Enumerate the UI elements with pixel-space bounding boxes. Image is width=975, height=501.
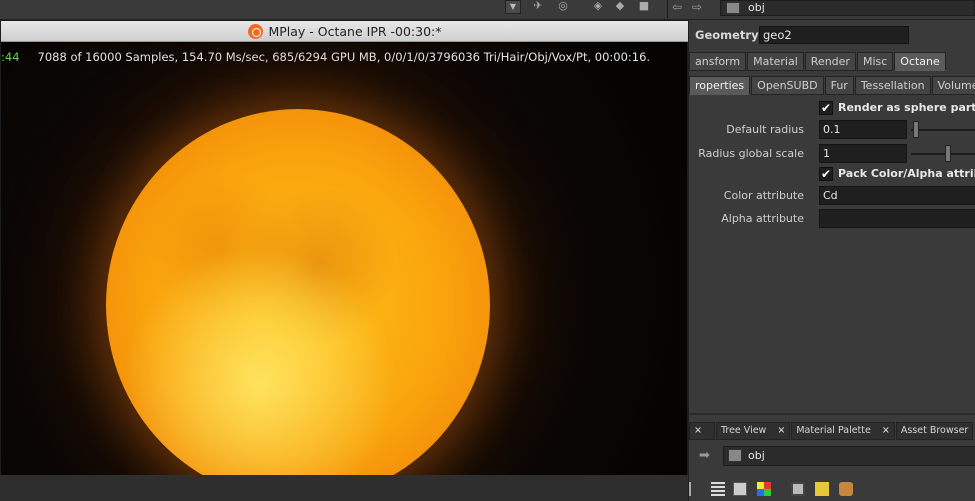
- bottom-toolbar: [689, 479, 975, 501]
- network-path-label: obj: [748, 1, 765, 14]
- pane-tab-material-palette[interactable]: Material Palette ×: [791, 422, 895, 440]
- pane-tab-label: Tree View: [720, 425, 767, 436]
- network-path-field[interactable]: obj: [720, 0, 975, 16]
- parameter-pane: Geometry geo2 ansform Material Render Mi…: [688, 20, 975, 501]
- geometry-name-field[interactable]: geo2: [759, 26, 909, 44]
- color-attribute-label: Color attribute: [723, 189, 804, 202]
- forward-arrow-icon[interactable]: ➡: [699, 448, 710, 463]
- close-icon[interactable]: ×: [882, 425, 890, 436]
- geometry-header: Geometry geo2: [689, 24, 975, 46]
- close-icon[interactable]: ×: [777, 425, 785, 436]
- tab-material[interactable]: Material: [747, 52, 804, 71]
- tab-render[interactable]: Render: [804, 52, 856, 71]
- top-toolbar-strip: ▼ ✈ ◎ ◈ ◆ ■ ⇦ ⇨ obj: [0, 0, 975, 20]
- slider-knob[interactable]: [945, 145, 951, 162]
- object-network-icon: [726, 2, 740, 14]
- render-as-sphere-label: Render as sphere particles: [838, 101, 975, 114]
- alpha-attribute-label: Alpha attribute: [721, 212, 804, 225]
- close-icon[interactable]: ×: [694, 425, 702, 436]
- tab-transform[interactable]: ansform: [689, 52, 747, 71]
- radius-global-scale-field[interactable]: 1: [819, 144, 907, 163]
- chevron-down-icon[interactable]: ▼: [505, 0, 521, 14]
- pack-color-alpha-label: Pack Color/Alpha attributes: [838, 167, 975, 180]
- slider-knob[interactable]: [913, 121, 919, 138]
- camera-icon[interactable]: ◎: [555, 0, 571, 14]
- separator: [667, 0, 668, 18]
- mplay-title-bar[interactable]: MPlay - Octane IPR -00:30:*: [1, 21, 689, 42]
- mplay-window[interactable]: MPlay - Octane IPR -00:30:* :44 7088 of 1…: [0, 20, 689, 495]
- color-attribute-row: Color attribute Cd: [689, 186, 975, 206]
- pane-tab-label: Asset Browser: [900, 425, 969, 436]
- mplay-title: MPlay - Octane IPR -00:30:*: [268, 24, 442, 39]
- geometry-type-label: Geometry: [695, 28, 759, 42]
- alpha-attribute-field[interactable]: [819, 209, 975, 228]
- object-network-icon: [728, 449, 742, 462]
- screen-icon[interactable]: [791, 482, 805, 496]
- cube-icon[interactable]: ◈: [590, 0, 606, 14]
- slider-track: [911, 129, 975, 131]
- pane-path-row: ➡ obj: [689, 444, 975, 468]
- box-icon[interactable]: [839, 482, 853, 496]
- palette-icon[interactable]: ◆: [612, 0, 628, 14]
- default-radius-slider[interactable]: [911, 120, 975, 139]
- pin-icon[interactable]: ✈: [530, 0, 546, 14]
- nav-arrows: ⇦ ⇨: [672, 0, 702, 14]
- note-icon[interactable]: [733, 482, 747, 496]
- table-icon[interactable]: [711, 482, 725, 496]
- color-attribute-field[interactable]: Cd: [819, 186, 975, 205]
- render-stats-time: :44: [1, 50, 20, 64]
- mplay-bottom-bar: [0, 475, 688, 501]
- houdini-logo-icon: [248, 24, 264, 39]
- pane-tabs: × Tree View × Material Palette × Asset B…: [689, 422, 975, 440]
- forward-arrow-icon[interactable]: ⇨: [692, 0, 702, 14]
- radius-global-scale-row: Radius global scale 1: [689, 144, 975, 164]
- tab-opensubd[interactable]: OpenSUBD: [751, 76, 824, 95]
- pane-path-field[interactable]: obj: [723, 446, 975, 466]
- back-arrow-icon[interactable]: ⇦: [672, 0, 682, 14]
- alpha-attribute-row: Alpha attribute: [689, 209, 975, 229]
- sticky-note-icon[interactable]: [815, 482, 829, 496]
- secondary-tabs: roperties OpenSUBD Fur Tessellation Volu…: [689, 76, 975, 96]
- default-radius-label: Default radius: [726, 123, 804, 136]
- parameters-panel: ✔ Render as sphere particles Default rad…: [689, 100, 975, 400]
- pane-tab-asset-browser[interactable]: Asset Browser: [895, 422, 974, 440]
- pane-path-label: obj: [748, 449, 765, 462]
- render-stats-text: 7088 of 16000 Samples, 154.70 Ms/sec, 68…: [37, 50, 651, 64]
- tab-octane[interactable]: Octane: [894, 52, 946, 71]
- rendered-sun-sphere: [106, 109, 490, 494]
- slider-track: [911, 153, 975, 155]
- list-icon[interactable]: [689, 482, 703, 496]
- render-stats: :44 7088 of 16000 Samples, 154.70 Ms/sec,…: [1, 50, 650, 64]
- render-as-sphere-checkbox[interactable]: ✔: [819, 101, 833, 115]
- primary-tabs: ansform Material Render Misc Octane: [689, 52, 975, 72]
- tab-fur[interactable]: Fur: [824, 76, 854, 95]
- pane-tab-blank[interactable]: ×: [689, 422, 715, 440]
- radius-global-scale-label: Radius global scale: [698, 147, 804, 160]
- tab-volumes[interactable]: Volumes: [931, 76, 975, 95]
- pack-color-alpha-checkbox[interactable]: ✔: [819, 167, 833, 181]
- tab-properties[interactable]: roperties: [689, 76, 751, 95]
- render-viewport[interactable]: :44 7088 of 16000 Samples, 154.70 Ms/sec,…: [1, 43, 687, 495]
- square-icon[interactable]: ■: [636, 0, 652, 14]
- default-radius-row: Default radius 0.1: [689, 120, 975, 140]
- color-grid-icon[interactable]: [757, 482, 771, 496]
- tab-misc[interactable]: Misc: [856, 52, 894, 71]
- pane-tab-label: Material Palette: [796, 425, 871, 436]
- radius-global-scale-slider[interactable]: [911, 144, 975, 163]
- pane-tab-tree-view[interactable]: Tree View ×: [715, 422, 791, 440]
- tab-tessellation[interactable]: Tessellation: [854, 76, 931, 95]
- default-radius-field[interactable]: 0.1: [819, 120, 907, 139]
- pane-divider[interactable]: [689, 413, 975, 415]
